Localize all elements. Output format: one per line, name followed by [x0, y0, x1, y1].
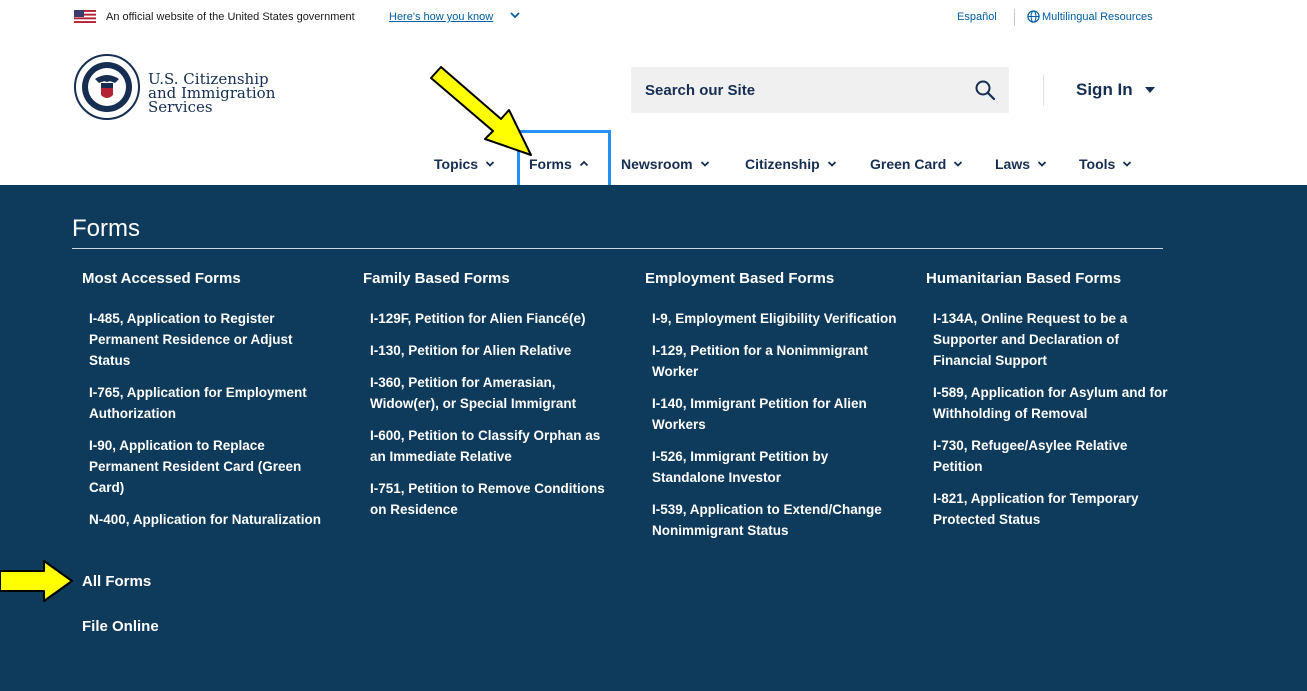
form-link[interactable]: I-90, Application to Replace Permanent R…	[89, 435, 334, 498]
official-site-text: An official website of the United States…	[106, 11, 355, 23]
dhs-seal-icon[interactable]	[73, 53, 141, 121]
espanol-link[interactable]: Español	[957, 11, 997, 23]
sign-in-button[interactable]: Sign In	[1076, 80, 1133, 100]
nav-citizenship[interactable]: Citizenship	[745, 153, 837, 175]
chevron-down-icon	[1037, 161, 1047, 167]
form-link[interactable]: I-134A, Online Request to be a Supporter…	[933, 308, 1178, 371]
forms-mega-menu: Forms Most Accessed Forms I-485, Applica…	[0, 185, 1307, 691]
form-link[interactable]: I-539, Application to Extend/Change Noni…	[652, 499, 897, 541]
nav-laws-label: Laws	[995, 156, 1031, 172]
form-link[interactable]: I-129, Petition for a Nonimmigrant Worke…	[652, 340, 897, 382]
nav-tools[interactable]: Tools	[1079, 153, 1132, 175]
form-link[interactable]: I-765, Application for Employment Author…	[89, 382, 334, 424]
chevron-down-icon	[1123, 161, 1132, 167]
annotation-arrow-icon	[0, 560, 73, 602]
nav-citizenship-label: Citizenship	[745, 156, 820, 172]
agency-name-line3: Services	[148, 98, 213, 116]
how-you-know-link[interactable]: Here's how you know	[389, 11, 493, 23]
column-humanitarian-based: Humanitarian Based Forms I-134A, Online …	[926, 270, 1196, 541]
chevron-down-icon[interactable]	[509, 9, 521, 21]
column-family-based: Family Based Forms I-129F, Petition for …	[363, 270, 633, 531]
column-heading[interactable]: Employment Based Forms	[645, 270, 915, 287]
column-heading[interactable]: Humanitarian Based Forms	[926, 270, 1196, 287]
all-forms-link[interactable]: All Forms	[82, 573, 151, 590]
nav-newsroom-label: Newsroom	[621, 156, 693, 172]
chevron-down-icon	[827, 161, 836, 167]
mega-menu-title[interactable]: Forms	[72, 215, 140, 243]
form-link[interactable]: N-400, Application for Naturalization	[89, 509, 334, 530]
column-heading[interactable]: Family Based Forms	[363, 270, 633, 287]
chevron-down-icon	[485, 161, 495, 167]
form-link[interactable]: I-600, Petition to Classify Orphan as an…	[370, 425, 615, 467]
nav-green-card[interactable]: Green Card	[870, 153, 963, 175]
globe-icon	[1027, 10, 1040, 23]
us-flag-icon	[74, 10, 96, 23]
header-divider	[1043, 75, 1044, 106]
agency-name[interactable]: U.S. Citizenship and Immigration Service…	[148, 72, 275, 116]
form-link[interactable]: I-526, Immigrant Petition by Standalone …	[652, 446, 897, 488]
column-employment-based: Employment Based Forms I-9, Employment E…	[645, 270, 915, 552]
nav-green-card-label: Green Card	[870, 156, 947, 172]
form-link[interactable]: I-130, Petition for Alien Relative	[370, 340, 615, 361]
form-link[interactable]: I-360, Petition for Amerasian, Widow(er)…	[370, 372, 615, 414]
multilingual-resources-link[interactable]: Multilingual Resources	[1042, 11, 1153, 23]
banner-divider	[1014, 9, 1015, 26]
search-placeholder: Search our Site	[645, 82, 756, 99]
chevron-up-icon	[579, 160, 588, 167]
caret-down-icon[interactable]	[1144, 86, 1156, 94]
search-icon[interactable]	[974, 79, 996, 101]
mega-menu-divider	[72, 248, 1163, 249]
nav-tools-label: Tools	[1079, 156, 1116, 172]
form-link[interactable]: I-140, Immigrant Petition for Alien Work…	[652, 393, 897, 435]
search-input[interactable]: Search our Site	[631, 67, 1009, 113]
annotation-arrow-icon	[430, 66, 532, 156]
form-link[interactable]: I-485, Application to Register Permanent…	[89, 308, 334, 371]
form-link[interactable]: I-9, Employment Eligibility Verification	[652, 308, 897, 329]
nav-laws[interactable]: Laws	[995, 153, 1047, 175]
form-link[interactable]: I-821, Application for Temporary Protect…	[933, 488, 1178, 530]
form-link[interactable]: I-129F, Petition for Alien Fiancé(e)	[370, 308, 615, 329]
chevron-down-icon	[954, 161, 963, 167]
chevron-down-icon	[700, 161, 709, 167]
column-most-accessed: Most Accessed Forms I-485, Application t…	[82, 270, 352, 541]
file-online-link[interactable]: File Online	[82, 618, 159, 635]
gov-banner: An official website of the United States…	[0, 0, 1307, 34]
form-link[interactable]: I-751, Petition to Remove Conditions on …	[370, 478, 615, 520]
form-link[interactable]: I-589, Application for Asylum and for Wi…	[933, 382, 1178, 424]
form-link[interactable]: I-730, Refugee/Asylee Relative Petition	[933, 435, 1178, 477]
nav-newsroom[interactable]: Newsroom	[621, 153, 710, 175]
column-heading[interactable]: Most Accessed Forms	[82, 270, 352, 287]
